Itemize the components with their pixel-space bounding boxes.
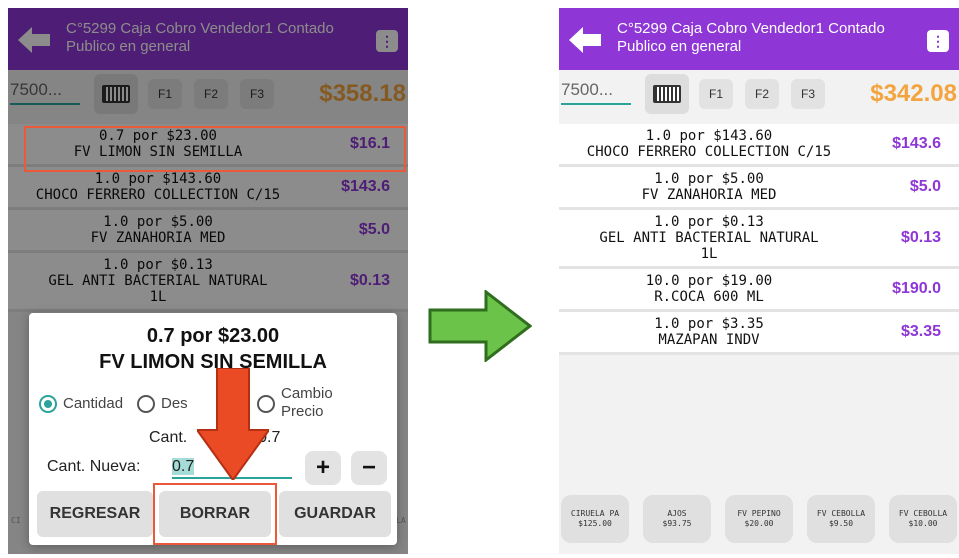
quick-button-peek-right: LA — [396, 516, 406, 525]
increment-button[interactable]: + — [305, 451, 341, 485]
quick-button-peek-left: CI — [11, 516, 21, 525]
item-desc: 1.0 por $3.35 MAZAPAN INDV — [559, 316, 859, 348]
app-title: C°5299 Caja Cobro Vendedor1 Contado Publ… — [617, 20, 885, 56]
red-down-arrow-icon — [197, 368, 269, 480]
item-desc: 1.0 por $0.13 GEL ANTI BACTERIAL NATURAL… — [559, 214, 859, 262]
app-bar: C°5299 Caja Cobro Vendedor1 Contado Publ… — [559, 8, 959, 70]
quick-product-button[interactable]: FV CEBOLLA $9.50 — [807, 495, 875, 543]
current-quantity-head: Cant. — [149, 429, 188, 446]
f2-button[interactable]: F2 — [745, 79, 779, 109]
phone-before: C°5299 Caja Cobro Vendedor1 Contado Publ… — [8, 8, 408, 554]
item-name: GEL ANTI BACTERIAL NATURAL — [599, 230, 819, 246]
quick-product-button[interactable]: FV PEPINO $20.00 — [725, 495, 793, 543]
list-item[interactable]: 10.0 por $19.00 R.COCA 600 ML $190.0 — [559, 269, 959, 312]
item-desc: 1.0 por $5.00 FV ZANAHORIA MED — [559, 171, 859, 203]
kebab-menu-icon[interactable]: ⋮ — [927, 30, 949, 52]
title-line2: Publico en general — [617, 38, 742, 55]
f1-button[interactable]: F1 — [699, 79, 733, 109]
item-price: $0.13 — [900, 229, 941, 246]
item-price: $190.0 — [892, 280, 941, 297]
quick-product-button[interactable]: AJOS $93.75 — [643, 495, 711, 543]
f3-button[interactable]: F3 — [791, 79, 825, 109]
item-name: FV ZANAHORIA MED — [641, 187, 777, 203]
phone-after: C°5299 Caja Cobro Vendedor1 Contado Publ… — [559, 8, 959, 554]
quick-product-price: $9.50 — [828, 519, 854, 528]
title-line1: C°5299 Caja Cobro Vendedor1 Contado — [617, 20, 885, 37]
quick-product-button[interactable]: FV CEBOLLA $10.00 — [889, 495, 957, 543]
item-price: $143.6 — [892, 135, 941, 152]
item-qty-line: 10.0 por $19.00 — [645, 273, 773, 289]
barcode-button[interactable] — [645, 74, 689, 114]
delete-button-highlight — [153, 483, 277, 545]
item-name: CHOCO FERRERO COLLECTION C/15 — [586, 144, 832, 160]
green-right-arrow-icon — [428, 290, 532, 362]
item-desc: 1.0 por $143.60 CHOCO FERRERO COLLECTION… — [559, 128, 859, 160]
quick-product-button[interactable]: CIRUELA PA $125.00 — [561, 495, 629, 543]
radio-label-cambio[interactable]: Cambio — [281, 385, 333, 402]
radio-label-precio[interactable]: Precio — [281, 403, 324, 420]
quick-product-price: $125.00 — [578, 519, 612, 528]
cart-list: 1.0 por $143.60 CHOCO FERRERO COLLECTION… — [559, 124, 959, 355]
barcode-icon — [653, 85, 681, 103]
code-input[interactable]: 7500... — [561, 80, 631, 105]
quick-product-name: AJOS — [667, 509, 687, 518]
new-quantity-label: Cant. Nueva: — [47, 458, 141, 475]
radio-label-descuento[interactable]: Des — [161, 395, 188, 412]
back-button[interactable]: REGRESAR — [37, 491, 153, 537]
radio-unchecked-icon[interactable] — [137, 395, 155, 413]
list-item[interactable]: 1.0 por $0.13 GEL ANTI BACTERIAL NATURAL… — [559, 210, 959, 269]
item-qty-line: 1.0 por $5.00 — [654, 171, 764, 187]
total-amount: $342.08 — [870, 80, 957, 107]
selected-item-highlight — [24, 126, 406, 172]
list-item[interactable]: 1.0 por $143.60 CHOCO FERRERO COLLECTION… — [559, 124, 959, 167]
list-item[interactable]: 1.0 por $5.00 FV ZANAHORIA MED $5.0 — [559, 167, 959, 210]
radio-checked-icon[interactable] — [39, 395, 57, 413]
new-quantity-value: 0.7 — [172, 458, 195, 475]
item-price: $3.35 — [900, 323, 941, 340]
quick-product-name: FV CEBOLLA — [898, 509, 948, 518]
toolbar: 7500... F1 F2 F3 $342.08 — [559, 70, 959, 124]
item-price: $5.0 — [909, 178, 941, 195]
quick-product-name: FV PEPINO — [737, 509, 781, 518]
item-desc: 10.0 por $19.00 R.COCA 600 ML — [559, 273, 859, 305]
quick-product-price: $10.00 — [908, 519, 938, 528]
quick-product-name: FV CEBOLLA — [816, 509, 866, 518]
back-arrow-icon[interactable] — [567, 25, 603, 55]
item-name-2: 1L — [700, 246, 718, 262]
radio-label-cantidad[interactable]: Cantidad — [63, 395, 123, 412]
item-qty-line: 1.0 por $3.35 — [654, 316, 764, 332]
quick-product-price: $20.00 — [744, 519, 774, 528]
item-qty-line: 1.0 por $0.13 — [654, 214, 764, 230]
quick-product-name: CIRUELA PA — [570, 509, 620, 518]
dialog-qty-line: 0.7 por $23.00 — [146, 325, 280, 347]
item-name: MAZAPAN INDV — [658, 332, 760, 348]
item-qty-line: 1.0 por $143.60 — [645, 128, 773, 144]
decrement-button[interactable]: − — [351, 451, 387, 485]
save-button[interactable]: GUARDAR — [279, 491, 391, 537]
item-name: R.COCA 600 ML — [654, 289, 764, 305]
quick-product-price: $93.75 — [662, 519, 692, 528]
list-item[interactable]: 1.0 por $3.35 MAZAPAN INDV $3.35 — [559, 312, 959, 355]
